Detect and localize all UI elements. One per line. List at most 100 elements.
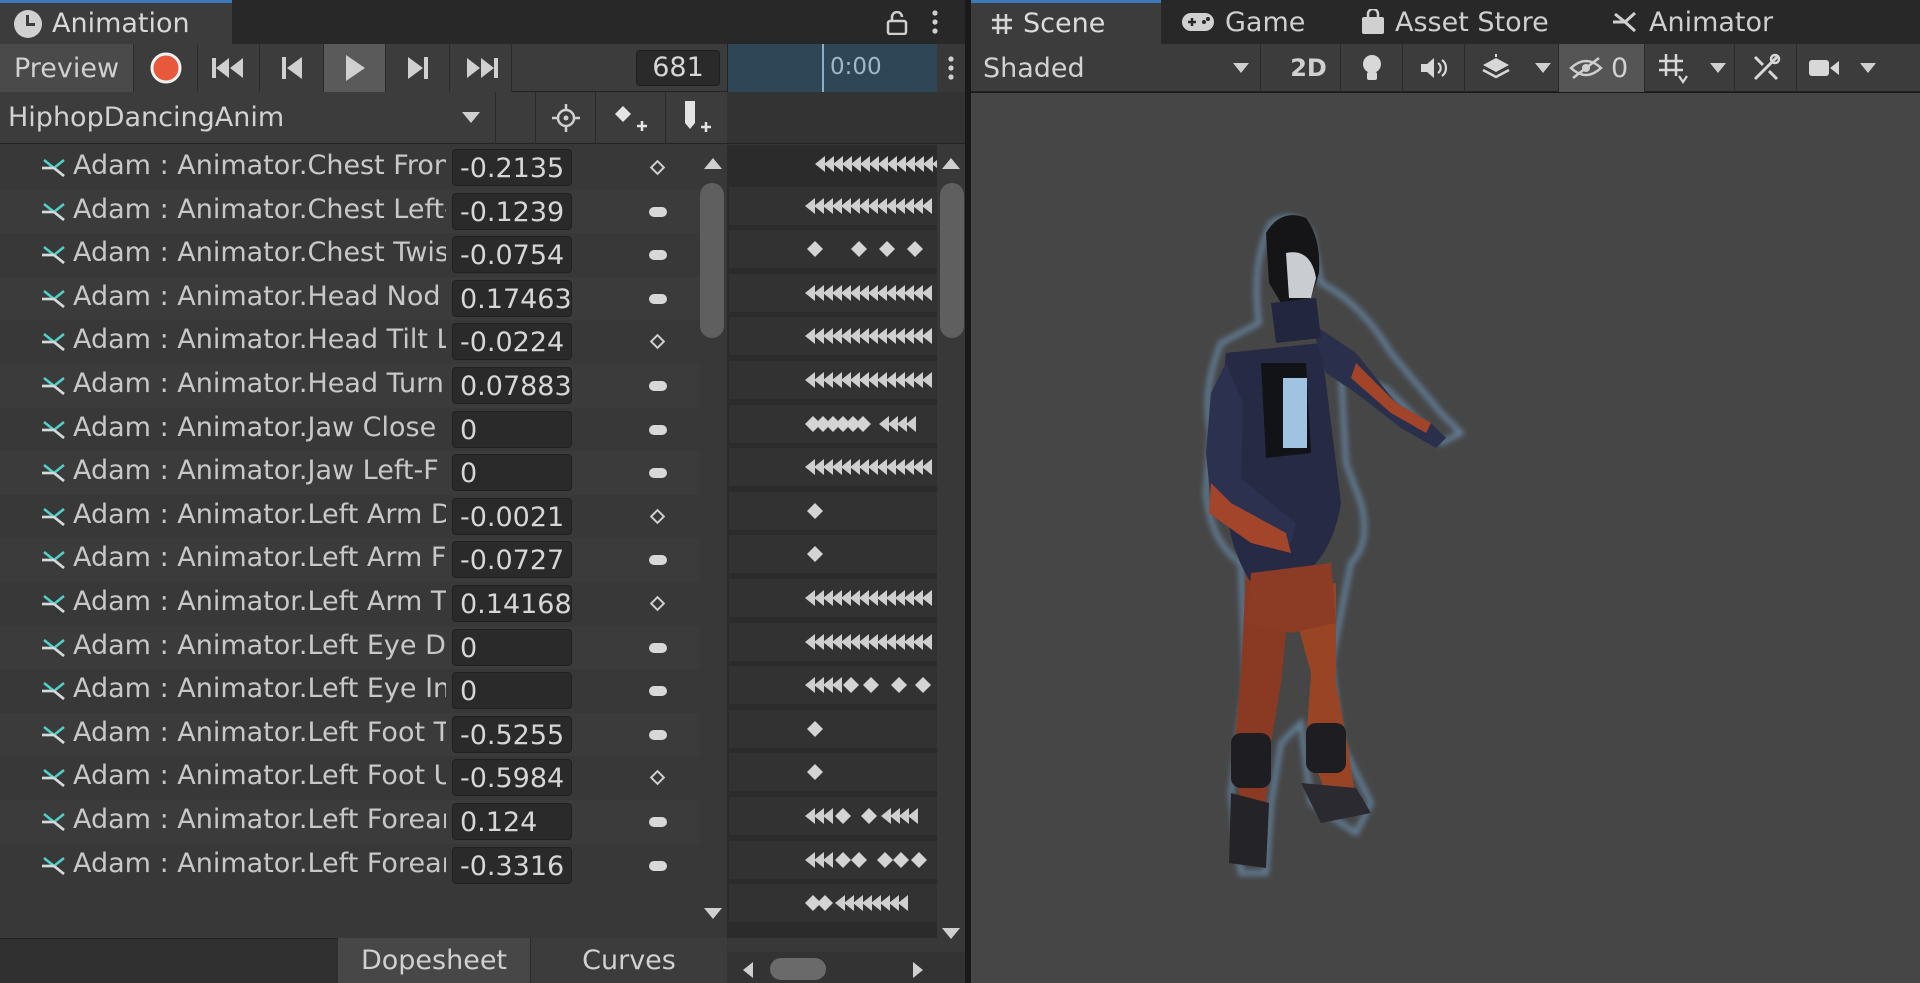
keyframe-pill-icon[interactable] (649, 729, 667, 740)
tab-scene[interactable]: Scene (971, 0, 1161, 44)
keyframe-pill-icon[interactable] (649, 206, 667, 217)
property-row[interactable]: Adam : Animator.Left Arm Tv 0.14168 (0, 582, 700, 626)
property-row[interactable]: Adam : Animator.Head Turn 0.07883 (0, 364, 700, 408)
property-value-field[interactable]: 0.17463 (452, 279, 572, 317)
keyframe-pill-icon[interactable] (649, 381, 667, 391)
grid-toggle[interactable] (1645, 44, 1701, 92)
dopesheet-summary-row[interactable] (729, 145, 937, 183)
keyframe-pill-icon[interactable] (649, 293, 667, 304)
keyframe-diamond-icon[interactable] (649, 334, 666, 350)
property-value-field[interactable]: -0.0754 (452, 236, 572, 274)
play-button[interactable] (324, 44, 386, 92)
draw-mode-dropdown[interactable]: Shaded (971, 44, 1261, 92)
property-row[interactable]: Adam : Animator.Left Arm Do -0.0021 (0, 495, 700, 539)
prev-key-button[interactable] (260, 44, 324, 92)
property-value-field[interactable]: 0 (452, 628, 572, 666)
dopesheet-hscrollbar[interactable] (727, 952, 965, 983)
keyframe-diamond-icon[interactable] (649, 508, 666, 525)
property-row[interactable]: Adam : Animator.Chest Left- -0.1239 (0, 189, 700, 234)
dopesheet-row[interactable] (729, 186, 937, 225)
property-row[interactable]: Adam : Animator.Left Arm Fr -0.0727 (0, 538, 700, 582)
clip-dropdown[interactable]: HiphopDancingAnim (0, 92, 496, 144)
dopesheet-row[interactable] (729, 884, 937, 923)
property-row[interactable]: Adam : Animator.Chest Fron -0.2135 (0, 146, 700, 190)
property-value-field[interactable]: 0 (452, 410, 572, 448)
camera-toggle[interactable] (1797, 44, 1851, 92)
timeline-ruler[interactable]: 0:00 (727, 44, 937, 92)
first-key-button[interactable] (198, 44, 260, 92)
dopesheet-area[interactable] (727, 145, 937, 938)
dopesheet-row[interactable] (729, 797, 937, 835)
keyframe-pill-icon[interactable] (649, 860, 667, 871)
next-key-button[interactable] (386, 44, 450, 92)
tab-dopesheet[interactable]: Dopesheet (338, 938, 531, 983)
property-value-field[interactable]: 0.124 (452, 803, 572, 840)
hidden-objects-toggle[interactable]: 0 (1559, 44, 1645, 92)
property-scrollbar-thumb[interactable] (700, 183, 724, 338)
keyframe-pill-icon[interactable] (649, 817, 667, 827)
keyframe-pill-icon[interactable] (649, 468, 667, 479)
tab-asset-store[interactable]: Asset Store (1341, 0, 1591, 44)
property-row[interactable]: Adam : Animator.Chest Twis -0.0754 (0, 233, 700, 277)
property-row[interactable]: Adam : Animator.Jaw Left-F 0 (0, 451, 700, 495)
dopesheet-row[interactable] (729, 317, 937, 356)
property-value-field[interactable]: 0.07883 (452, 367, 572, 404)
lighting-toggle[interactable] (1341, 44, 1403, 92)
dopesheet-hscrollbar-thumb[interactable] (770, 958, 826, 980)
keyframe-diamond-icon[interactable] (649, 159, 666, 176)
tab-curves[interactable]: Curves (531, 938, 727, 983)
dopesheet-row[interactable] (729, 404, 937, 443)
keyframe-pill-icon[interactable] (649, 424, 667, 435)
audio-toggle[interactable] (1403, 44, 1465, 92)
tab-menu-icon[interactable] (920, 4, 950, 40)
dopesheet-row[interactable] (729, 230, 937, 269)
property-value-field[interactable]: -0.3316 (452, 846, 572, 884)
dopesheet-row[interactable] (729, 273, 937, 312)
scene-viewport[interactable] (971, 93, 1920, 983)
keyframe-pill-icon[interactable] (649, 250, 667, 261)
keyframe-pill-icon[interactable] (649, 555, 667, 566)
add-event-icon[interactable] (665, 92, 727, 144)
property-row[interactable]: Adam : Animator.Left Foot U -0.5984 (0, 756, 700, 800)
dopesheet-scrollbar-thumb[interactable] (940, 183, 964, 338)
property-value-field[interactable]: -0.1239 (452, 192, 572, 230)
property-row[interactable]: Adam : Animator.Head Tilt L -0.0224 (0, 320, 700, 364)
dopesheet-row[interactable] (729, 666, 937, 705)
keyframe-diamond-icon[interactable] (649, 595, 666, 612)
frame-field[interactable]: 681 (636, 50, 720, 86)
crosshair-icon[interactable] (535, 92, 595, 144)
grid-dropdown[interactable] (1701, 44, 1735, 92)
dopesheet-row[interactable] (729, 709, 937, 748)
timeline-event-strip[interactable] (727, 92, 965, 144)
record-button[interactable] (134, 44, 198, 92)
property-row[interactable]: Adam : Animator.Left Forear -0.3316 (0, 844, 700, 888)
tab-game[interactable]: Game (1161, 0, 1341, 44)
property-value-field[interactable]: -0.5984 (452, 759, 572, 797)
property-row[interactable]: Adam : Animator.Head Nod 0.17463 (0, 276, 700, 321)
preview-button[interactable]: Preview (0, 44, 134, 92)
mode-2d-button[interactable]: 2D (1277, 44, 1341, 92)
property-row[interactable]: Adam : Animator.Left Eye In 0 (0, 669, 700, 713)
property-value-field[interactable]: -0.0727 (452, 541, 572, 579)
property-row[interactable]: Adam : Animator.Left Forear 0.124 (0, 800, 700, 844)
last-key-button[interactable] (450, 44, 512, 92)
property-row[interactable]: Adam : Animator.Left Eye Do 0 (0, 625, 700, 670)
animation-options-icon[interactable] (937, 44, 965, 92)
property-value-field[interactable]: -0.2135 (452, 149, 572, 186)
dopesheet-row[interactable] (729, 361, 937, 399)
dopesheet-row[interactable] (729, 622, 937, 661)
tab-animator[interactable]: Animator (1591, 0, 1791, 44)
property-value-field[interactable]: 0 (452, 672, 572, 710)
property-value-field[interactable]: -0.0021 (452, 497, 572, 535)
dopesheet-row[interactable] (729, 535, 937, 574)
tools-toggle[interactable] (1735, 44, 1797, 92)
dopesheet-row[interactable] (729, 448, 937, 487)
camera-dropdown[interactable] (1851, 44, 1885, 92)
dopesheet-row[interactable] (729, 753, 937, 792)
animation-tab[interactable]: Animation (0, 0, 232, 44)
dopesheet-row[interactable] (729, 491, 937, 530)
property-value-field[interactable]: -0.5255 (452, 715, 572, 753)
lock-icon[interactable] (880, 6, 914, 40)
property-value-field[interactable]: -0.0224 (452, 323, 572, 361)
keyframe-pill-icon[interactable] (649, 642, 667, 653)
